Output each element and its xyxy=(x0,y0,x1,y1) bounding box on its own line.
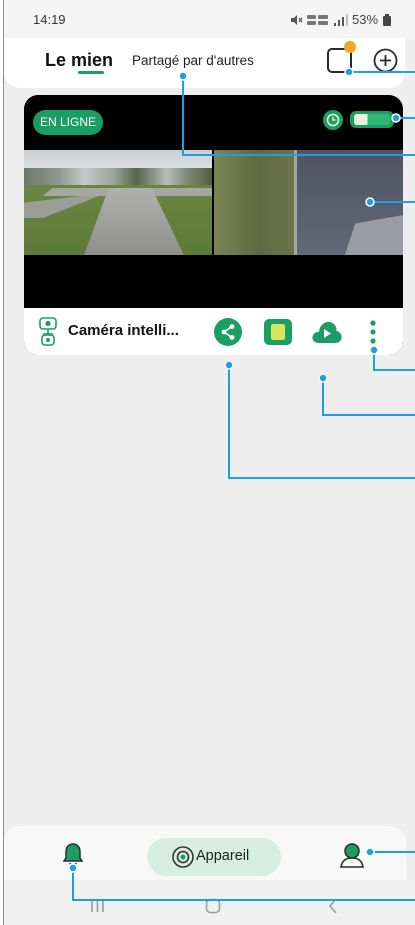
preview-buildings xyxy=(24,168,212,185)
bell-icon[interactable] xyxy=(62,842,84,868)
status-badge: EN LIGNE xyxy=(33,110,103,135)
sd-card-icon[interactable] xyxy=(264,319,292,345)
add-circle-icon[interactable] xyxy=(373,48,398,73)
camera-preview-right[interactable] xyxy=(214,150,403,255)
clock-icon[interactable] xyxy=(323,110,343,130)
recents-icon[interactable] xyxy=(90,899,105,913)
home-icon[interactable] xyxy=(205,898,221,914)
mute-icon xyxy=(291,15,303,25)
cloud-playback-icon[interactable] xyxy=(311,319,342,344)
back-icon[interactable] xyxy=(328,898,338,914)
battery-icon xyxy=(383,14,391,26)
device-name[interactable]: Caméra intelli... xyxy=(68,322,179,339)
signal-icon xyxy=(334,14,348,26)
security-camera-icon xyxy=(39,317,57,346)
preview-grass xyxy=(214,150,294,255)
more-vertical-icon[interactable] xyxy=(369,320,377,346)
user-icon[interactable] xyxy=(339,842,365,869)
notification-dot xyxy=(344,41,356,53)
active-tab-indicator xyxy=(78,71,104,74)
tab-mine[interactable]: Le mien xyxy=(45,50,113,71)
preview-road xyxy=(84,188,184,255)
nav-item-label: Appareil xyxy=(196,848,250,864)
device-card[interactable]: EN LIGNE Caméra intelli... xyxy=(24,95,403,355)
battery-icon xyxy=(350,111,394,128)
battery-percentage: 53% xyxy=(352,12,379,27)
card-footer: Caméra intelli... xyxy=(24,308,403,355)
nav-item-appareil[interactable]: Appareil xyxy=(147,838,281,876)
volte-4g-icon xyxy=(307,15,328,25)
share-icon[interactable] xyxy=(214,318,242,346)
status-time: 14:19 xyxy=(33,12,66,27)
camera-preview-left[interactable] xyxy=(24,150,212,255)
tab-shared-by-others[interactable]: Partagé par d'autres xyxy=(132,53,254,68)
camera-lens-icon xyxy=(172,846,194,868)
